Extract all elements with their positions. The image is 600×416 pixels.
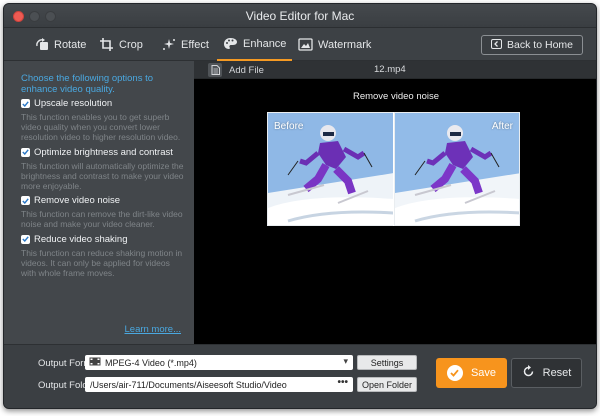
watermark-icon	[298, 38, 313, 51]
preview-area: Remove video noise Before After	[194, 79, 596, 344]
crop-icon	[100, 38, 114, 51]
after-pane: After	[394, 112, 520, 226]
learn-more-link[interactable]: Learn more...	[125, 324, 182, 335]
option-reduce-shaking[interactable]: Reduce video shaking	[21, 234, 186, 245]
checkmark-icon	[22, 100, 29, 107]
reset-label: Reset	[542, 367, 572, 379]
chevron-down-icon: ▾	[343, 356, 348, 366]
option-upscale-resolution[interactable]: Upscale resolution	[21, 98, 186, 109]
check-circle-icon	[446, 365, 463, 381]
tab-rotate[interactable]: Rotate	[35, 28, 86, 61]
preview-header: Add File 12.mp4	[194, 61, 596, 79]
upscale-checkbox[interactable]	[21, 99, 30, 108]
open-folder-button[interactable]: Open Folder	[357, 377, 417, 392]
rotate-icon	[35, 38, 49, 51]
output-folder-field[interactable]: /Users/air-711/Documents/Aiseesoft Studi…	[85, 377, 353, 392]
option-label: Reduce video shaking	[34, 233, 128, 245]
tab-crop[interactable]: Crop	[100, 28, 143, 61]
tab-effect[interactable]: Effect	[162, 28, 209, 61]
title-bar: Video Editor for Mac	[4, 4, 596, 28]
shaking-checkbox[interactable]	[21, 234, 30, 244]
back-to-home-label: Back to Home	[507, 39, 573, 51]
tab-enhance[interactable]: Enhance	[217, 28, 293, 61]
tab-rotate-label: Rotate	[54, 38, 87, 51]
output-format-value: MPEG-4 Video (*.mp4)	[105, 357, 197, 368]
enhance-options-panel: Choose the following options to enhance …	[4, 61, 194, 344]
preview-caption: Remove video noise	[352, 91, 440, 102]
option-label: Upscale resolution	[34, 98, 113, 109]
output-format-select[interactable]: MPEG-4 Video (*.mp4) ▾	[85, 355, 353, 370]
reset-button[interactable]: Reset	[511, 358, 582, 388]
app-window: Video Editor for Mac Rotate Crop Effect	[3, 3, 597, 409]
save-label: Save	[470, 367, 497, 379]
option-description: This function can reduce shaking motion …	[21, 247, 183, 279]
noise-checkbox[interactable]	[21, 196, 30, 206]
toolbar: Rotate Crop Effect Enhance Watermark Bac…	[4, 28, 596, 61]
back-to-home-button[interactable]: Back to Home	[481, 35, 583, 55]
browse-folder-button[interactable]: •••	[337, 377, 348, 388]
add-file-icon	[208, 63, 222, 77]
checkmark-icon	[22, 198, 29, 204]
option-remove-noise[interactable]: Remove video noise	[21, 195, 186, 206]
before-label: Before	[274, 121, 304, 132]
save-button[interactable]: Save	[436, 358, 507, 388]
current-filename: 12.mp4	[374, 64, 406, 75]
after-label: After	[491, 121, 513, 132]
reset-icon	[522, 365, 535, 381]
tab-crop-label: Crop	[119, 38, 143, 51]
output-folder-value: /Users/air-711/Documents/Aiseesoft Studi…	[90, 379, 287, 390]
before-pane: Before	[267, 112, 393, 226]
enhance-intro-text: Choose the following options to enhance …	[21, 73, 154, 95]
brightness-checkbox[interactable]	[21, 147, 30, 157]
option-description: This function can remove the dirt-like v…	[21, 209, 183, 230]
option-label: Remove video noise	[34, 195, 121, 207]
settings-button[interactable]: Settings	[357, 355, 417, 370]
tab-effect-label: Effect	[181, 38, 209, 51]
effect-icon	[162, 38, 176, 51]
add-file-button[interactable]: Add File	[208, 63, 264, 77]
tab-watermark-label: Watermark	[318, 38, 372, 51]
output-panel: Output Format: MPEG-4 Video (*.mp4) ▾ Se…	[4, 344, 596, 408]
option-description: This function enables you to get superb …	[21, 112, 181, 143]
tab-watermark[interactable]: Watermark	[298, 28, 371, 61]
back-arrow-icon	[491, 38, 503, 52]
video-format-icon	[89, 357, 101, 368]
checkmark-icon	[22, 149, 29, 156]
tab-enhance-label: Enhance	[243, 37, 287, 50]
option-description: This function will automatically optimiz…	[21, 160, 184, 192]
checkmark-icon	[22, 236, 29, 243]
option-label: Optimize brightness and contrast	[34, 146, 173, 158]
enhance-icon	[223, 37, 238, 50]
add-file-label: Add File	[229, 64, 264, 76]
window-title: Video Editor for Mac	[245, 9, 355, 23]
option-optimize-brightness[interactable]: Optimize brightness and contrast	[21, 147, 186, 158]
